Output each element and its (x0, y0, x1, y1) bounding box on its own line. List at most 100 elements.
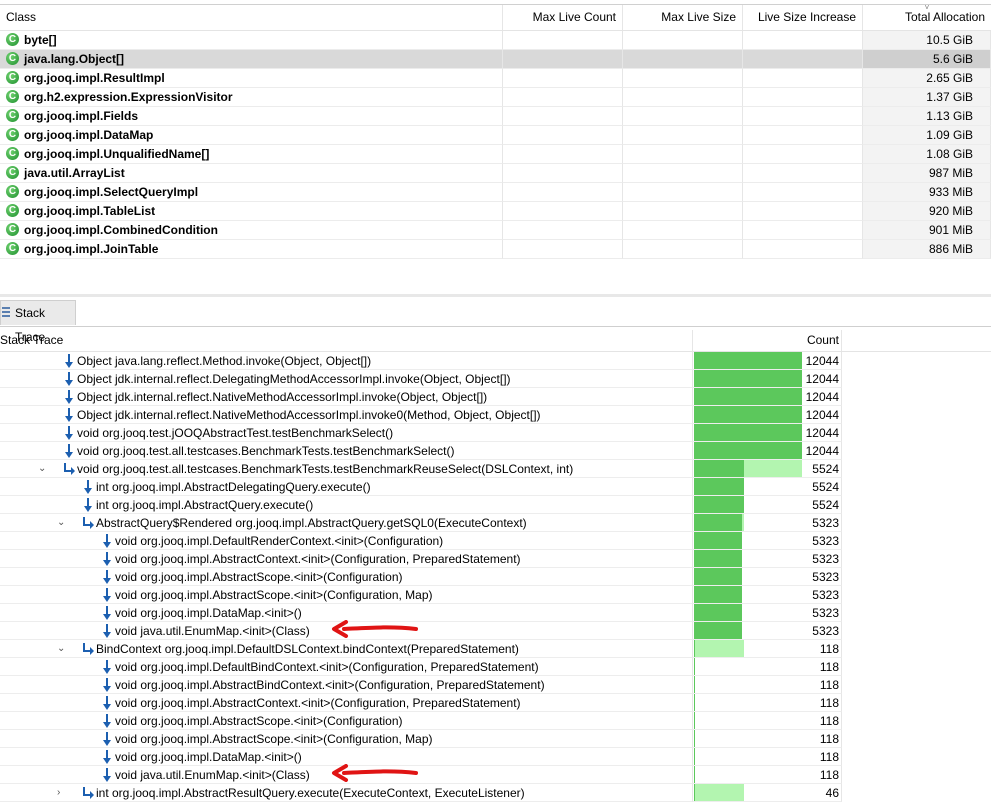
stack-frame-row[interactable]: void org.jooq.impl.AbstractBindContext.<… (0, 676, 991, 694)
red-callout-arrow-icon (332, 764, 418, 782)
class-name: Cjava.util.ArrayList (0, 164, 503, 183)
stack-frame-row[interactable]: void org.jooq.impl.AbstractContext.<init… (0, 694, 991, 712)
panel-splitter[interactable] (0, 294, 991, 297)
count-cell: 5323 (693, 532, 842, 550)
class-name: Corg.jooq.impl.CombinedCondition (0, 221, 503, 240)
collapse-chevron-icon[interactable]: ⌄ (57, 514, 65, 532)
count-cell: 5524 (693, 460, 842, 478)
stack-frame-row[interactable]: void org.jooq.impl.DefaultBindContext.<i… (0, 658, 991, 676)
stack-frame-row[interactable]: void org.jooq.impl.DataMap.<init>() 5323 (0, 604, 991, 622)
stack-frame-method: int org.jooq.impl.AbstractResultQuery.ex… (96, 786, 525, 800)
stack-frame-row[interactable]: void org.jooq.test.all.testcases.Benchma… (0, 442, 991, 460)
empty-cell (623, 202, 743, 221)
stack-frame-row[interactable]: Object jdk.internal.reflect.NativeMethod… (0, 406, 991, 424)
count-cell: 5323 (693, 604, 842, 622)
stack-frame-row[interactable]: void org.jooq.test.jOOQAbstractTest.test… (0, 424, 991, 442)
class-name-text: org.jooq.impl.UnqualifiedName[] (24, 147, 210, 161)
stack-frame-row[interactable]: Object jdk.internal.reflect.DelegatingMe… (0, 370, 991, 388)
stack-trace-tree: Stack Trace Count Object java.lang.refle… (0, 330, 991, 802)
class-name: Corg.jooq.impl.ResultImpl (0, 69, 503, 88)
empty-cell (623, 50, 743, 69)
empty-cell (743, 69, 863, 88)
count-cell: 118 (693, 766, 842, 784)
stack-frame-method: void org.jooq.impl.AbstractScope.<init>(… (115, 588, 433, 602)
class-row[interactable]: Corg.jooq.impl.Fields 1.13 GiB (0, 107, 991, 126)
stack-frame-method: Object java.lang.reflect.Method.invoke(O… (77, 354, 372, 368)
total-allocation-cell: 901 MiB (863, 221, 991, 240)
tab-stack-trace[interactable]: Stack Trace (0, 300, 76, 344)
class-row[interactable]: Corg.jooq.impl.DataMap 1.09 GiB (0, 126, 991, 145)
stack-frame-row[interactable]: int org.jooq.impl.AbstractQuery.execute(… (0, 496, 991, 514)
class-row[interactable]: Corg.jooq.impl.SelectQueryImpl 933 MiB (0, 183, 991, 202)
class-icon: C (6, 185, 19, 198)
class-icon: C (6, 166, 19, 179)
stack-frame-row[interactable]: int org.jooq.impl.AbstractDelegatingQuer… (0, 478, 991, 496)
stack-frame-row[interactable]: void org.jooq.impl.DefaultRenderContext.… (0, 532, 991, 550)
class-row[interactable]: Corg.h2.expression.ExpressionVisitor 1.37… (0, 88, 991, 107)
class-row[interactable]: Corg.jooq.impl.UnqualifiedName[] 1.08 GiB (0, 145, 991, 164)
stack-frame-row[interactable]: void org.jooq.impl.AbstractContext.<init… (0, 550, 991, 568)
expand-chevron-icon[interactable]: › (57, 784, 60, 802)
stack-frame-method: void org.jooq.impl.DataMap.<init>() (115, 606, 302, 620)
call-arrow-down-icon (65, 390, 73, 404)
class-table-header: Class Max Live Count Max Live Size Live … (0, 3, 991, 31)
stack-frame-method: int org.jooq.impl.AbstractQuery.execute(… (96, 498, 314, 512)
stack-frame-row[interactable]: void org.jooq.impl.AbstractScope.<init>(… (0, 586, 991, 604)
class-row[interactable]: Corg.jooq.impl.JoinTable 886 MiB (0, 240, 991, 259)
column-header-max-live-size[interactable]: Max Live Size (623, 5, 743, 30)
stack-frame-method: void org.jooq.impl.AbstractScope.<init>(… (115, 714, 403, 728)
stack-frame-row[interactable]: void java.util.EnumMap.<init>(Class) 118 (0, 764, 991, 784)
stack-frame-row[interactable]: void java.util.EnumMap.<init>(Class) 5323 (0, 620, 991, 640)
collapse-chevron-icon[interactable]: ⌄ (38, 460, 46, 478)
call-arrow-down-icon (103, 696, 111, 710)
column-header-count[interactable]: Count (693, 330, 842, 351)
stack-frame-method: int org.jooq.impl.AbstractDelegatingQuer… (96, 480, 371, 494)
total-allocation-cell: 1.08 GiB (863, 145, 991, 164)
empty-cell (743, 221, 863, 240)
stack-frame-row[interactable]: ⌄ BindContext org.jooq.impl.DefaultDSLCon… (0, 640, 991, 658)
total-allocation-cell: 1.13 GiB (863, 107, 991, 126)
column-header-max-live-count[interactable]: Max Live Count (503, 5, 623, 30)
column-header-class[interactable]: Class (0, 5, 503, 30)
class-row[interactable]: Cjava.lang.Object[] 5.6 GiB (0, 50, 991, 69)
class-name-text: org.jooq.impl.ResultImpl (24, 71, 165, 85)
stack-frame-row[interactable]: ⌄ AbstractQuery$Rendered org.jooq.impl.Ab… (0, 514, 991, 532)
stack-frame-method: void org.jooq.impl.AbstractContext.<init… (115, 552, 521, 566)
count-cell: 118 (693, 712, 842, 730)
class-row[interactable]: Corg.jooq.impl.CombinedCondition 901 MiB (0, 221, 991, 240)
count-cell: 12044 (693, 406, 842, 424)
call-arrow-down-icon (103, 660, 111, 674)
stack-frame-method: void org.jooq.impl.AbstractScope.<init>(… (115, 570, 403, 584)
empty-cell (623, 88, 743, 107)
count-cell: 5323 (693, 586, 842, 604)
stack-frame-row[interactable]: void org.jooq.impl.AbstractScope.<init>(… (0, 568, 991, 586)
empty-cell (743, 240, 863, 259)
column-header-total-allocation[interactable]: ˅ Total Allocation (863, 3, 991, 30)
stack-frame-method: void org.jooq.impl.AbstractScope.<init>(… (115, 732, 433, 746)
class-name: Corg.jooq.impl.UnqualifiedName[] (0, 145, 503, 164)
stack-frame-row[interactable]: void org.jooq.impl.AbstractScope.<init>(… (0, 730, 991, 748)
collapse-chevron-icon[interactable]: ⌄ (57, 640, 65, 658)
stack-frame-row[interactable]: Object jdk.internal.reflect.NativeMethod… (0, 388, 991, 406)
call-branch-icon (83, 643, 94, 655)
empty-cell (623, 145, 743, 164)
class-row[interactable]: Cbyte[] 10.5 GiB (0, 31, 991, 50)
stack-frame-row[interactable]: Object java.lang.reflect.Method.invoke(O… (0, 352, 991, 370)
stack-frame-row[interactable]: › int org.jooq.impl.AbstractResultQuery.e… (0, 784, 991, 802)
total-allocation-cell: 1.09 GiB (863, 126, 991, 145)
empty-cell (743, 145, 863, 164)
stack-frame-row[interactable]: void org.jooq.impl.AbstractScope.<init>(… (0, 712, 991, 730)
class-name: Corg.jooq.impl.JoinTable (0, 240, 503, 259)
stack-frame-method: void java.util.EnumMap.<init>(Class) (115, 624, 310, 638)
empty-cell (743, 88, 863, 107)
column-header-live-size-increase[interactable]: Live Size Increase (743, 5, 863, 30)
stack-frame-method: AbstractQuery$Rendered org.jooq.impl.Abs… (96, 516, 527, 530)
column-header-stack-trace[interactable]: Stack Trace (0, 330, 693, 351)
class-row[interactable]: Corg.jooq.impl.ResultImpl 2.65 GiB (0, 69, 991, 88)
call-arrow-down-icon (103, 750, 111, 764)
class-row[interactable]: Corg.jooq.impl.TableList 920 MiB (0, 202, 991, 221)
stack-frame-row[interactable]: void org.jooq.impl.DataMap.<init>() 118 (0, 748, 991, 766)
empty-cell (743, 164, 863, 183)
class-row[interactable]: Cjava.util.ArrayList 987 MiB (0, 164, 991, 183)
stack-frame-row[interactable]: ⌄ void org.jooq.test.all.testcases.Benchm… (0, 460, 991, 478)
